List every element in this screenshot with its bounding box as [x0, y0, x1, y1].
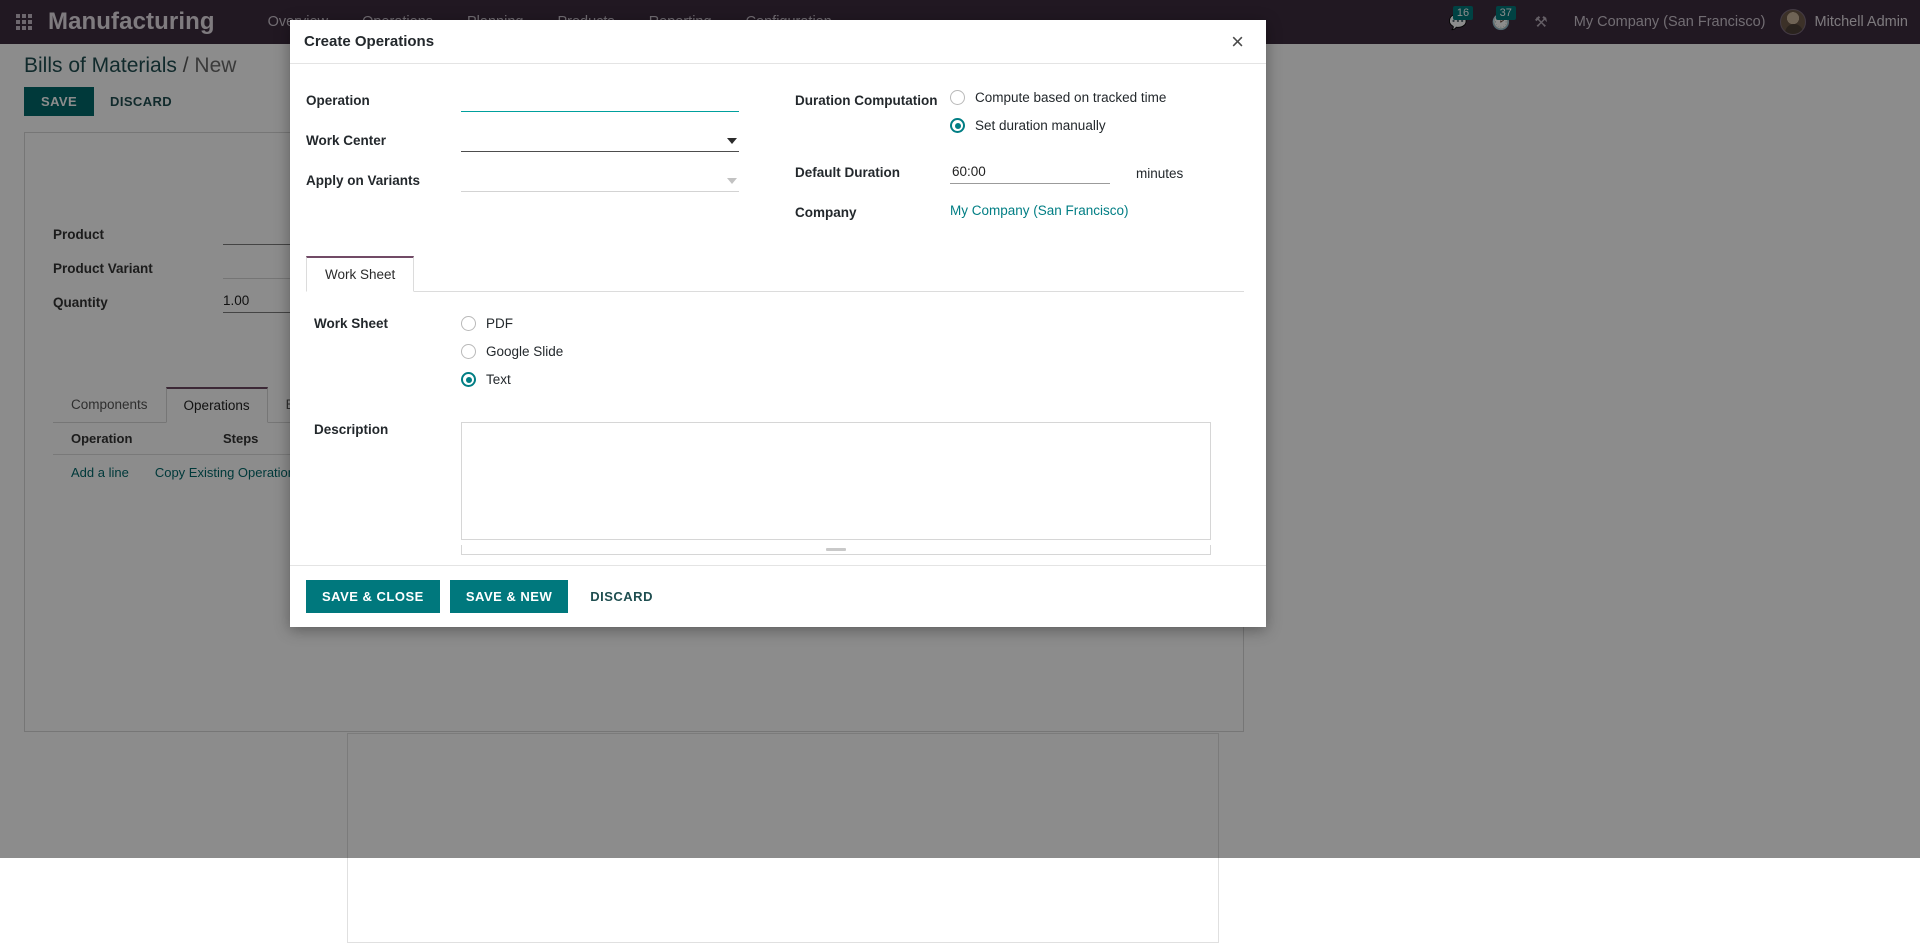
- dialog-header: Create Operations ×: [290, 20, 1266, 64]
- description-row: Description: [306, 422, 1244, 555]
- row-duration-computation: Duration Computation Compute based on tr…: [795, 90, 1244, 146]
- dialog-notebook-tabs: Work Sheet: [306, 256, 1244, 292]
- dialog-body: Operation Work Center Apply o: [290, 64, 1266, 565]
- radio-icon: [950, 90, 965, 105]
- dialog-form-grid: Operation Work Center Apply o: [306, 90, 1244, 242]
- save-and-close-button[interactable]: SAVE & CLOSE: [306, 580, 440, 613]
- label-work-sheet: Work Sheet: [314, 316, 461, 400]
- radio-icon: [461, 344, 476, 359]
- radio-label-tracked-time: Compute based on tracked time: [975, 90, 1166, 105]
- dialog-title: Create Operations: [304, 33, 434, 50]
- description-resize-handle[interactable]: [461, 545, 1211, 555]
- radio-set-duration-manually[interactable]: Set duration manually: [950, 118, 1244, 133]
- label-duration-computation: Duration Computation: [795, 90, 950, 108]
- radio-worksheet-google-slide[interactable]: Google Slide: [461, 344, 563, 359]
- description-textarea[interactable]: [461, 422, 1211, 540]
- radio-label-set-manually: Set duration manually: [975, 118, 1106, 133]
- field-apply-on-variants: [461, 170, 775, 192]
- create-operations-dialog: Create Operations × Operation Work Cente…: [290, 20, 1266, 627]
- default-duration-input[interactable]: [950, 162, 1110, 184]
- chevron-down-icon: [727, 178, 737, 184]
- radio-worksheet-pdf[interactable]: PDF: [461, 316, 563, 331]
- tab-work-sheet[interactable]: Work Sheet: [306, 256, 414, 292]
- field-duration-computation: Compute based on tracked time Set durati…: [950, 90, 1244, 146]
- radio-label-pdf: PDF: [486, 316, 513, 331]
- dialog-discard-button[interactable]: DISCARD: [578, 581, 665, 612]
- label-default-duration: Default Duration: [795, 162, 950, 180]
- chevron-down-icon: [727, 138, 737, 144]
- radio-compute-based-on-tracked-time[interactable]: Compute based on tracked time: [950, 90, 1244, 105]
- apply-on-variants-select[interactable]: [461, 170, 739, 192]
- work-center-select[interactable]: [461, 130, 739, 152]
- label-work-center: Work Center: [306, 130, 461, 148]
- operation-input[interactable]: [461, 90, 739, 112]
- dialog-footer: SAVE & CLOSE SAVE & NEW DISCARD: [290, 565, 1266, 627]
- row-default-duration: Default Duration minutes: [795, 162, 1244, 186]
- label-operation: Operation: [306, 90, 461, 108]
- label-company: Company: [795, 202, 950, 220]
- radio-worksheet-text[interactable]: Text: [461, 372, 563, 387]
- dialog-notebook: Work Sheet Work Sheet PDF Google Slide: [306, 256, 1244, 555]
- label-description: Description: [314, 422, 461, 555]
- row-work-center: Work Center: [306, 130, 775, 154]
- field-work-center: [461, 130, 775, 152]
- dialog-right-column: Duration Computation Compute based on tr…: [775, 90, 1244, 242]
- close-icon[interactable]: ×: [1229, 31, 1246, 53]
- label-apply-on-variants: Apply on Variants: [306, 170, 461, 188]
- field-operation: [461, 90, 775, 112]
- work-sheet-radio-group: PDF Google Slide Text: [461, 316, 563, 400]
- work-sheet-tab-pane: Work Sheet PDF Google Slide Text: [306, 292, 1244, 400]
- radio-label-google-slide: Google Slide: [486, 344, 563, 359]
- save-and-new-button[interactable]: SAVE & NEW: [450, 580, 568, 613]
- field-default-duration: minutes: [950, 162, 1244, 184]
- radio-label-text: Text: [486, 372, 511, 387]
- row-operation: Operation: [306, 90, 775, 114]
- field-company: My Company (San Francisco): [950, 202, 1244, 220]
- dialog-left-column: Operation Work Center Apply o: [306, 90, 775, 242]
- row-apply-on-variants: Apply on Variants: [306, 170, 775, 194]
- radio-icon-selected: [461, 372, 476, 387]
- radio-icon-selected: [950, 118, 965, 133]
- radio-icon: [461, 316, 476, 331]
- default-duration-unit: minutes: [1136, 166, 1183, 181]
- row-company: Company My Company (San Francisco): [795, 202, 1244, 226]
- description-field: [461, 422, 1211, 555]
- company-link[interactable]: My Company (San Francisco): [950, 203, 1129, 218]
